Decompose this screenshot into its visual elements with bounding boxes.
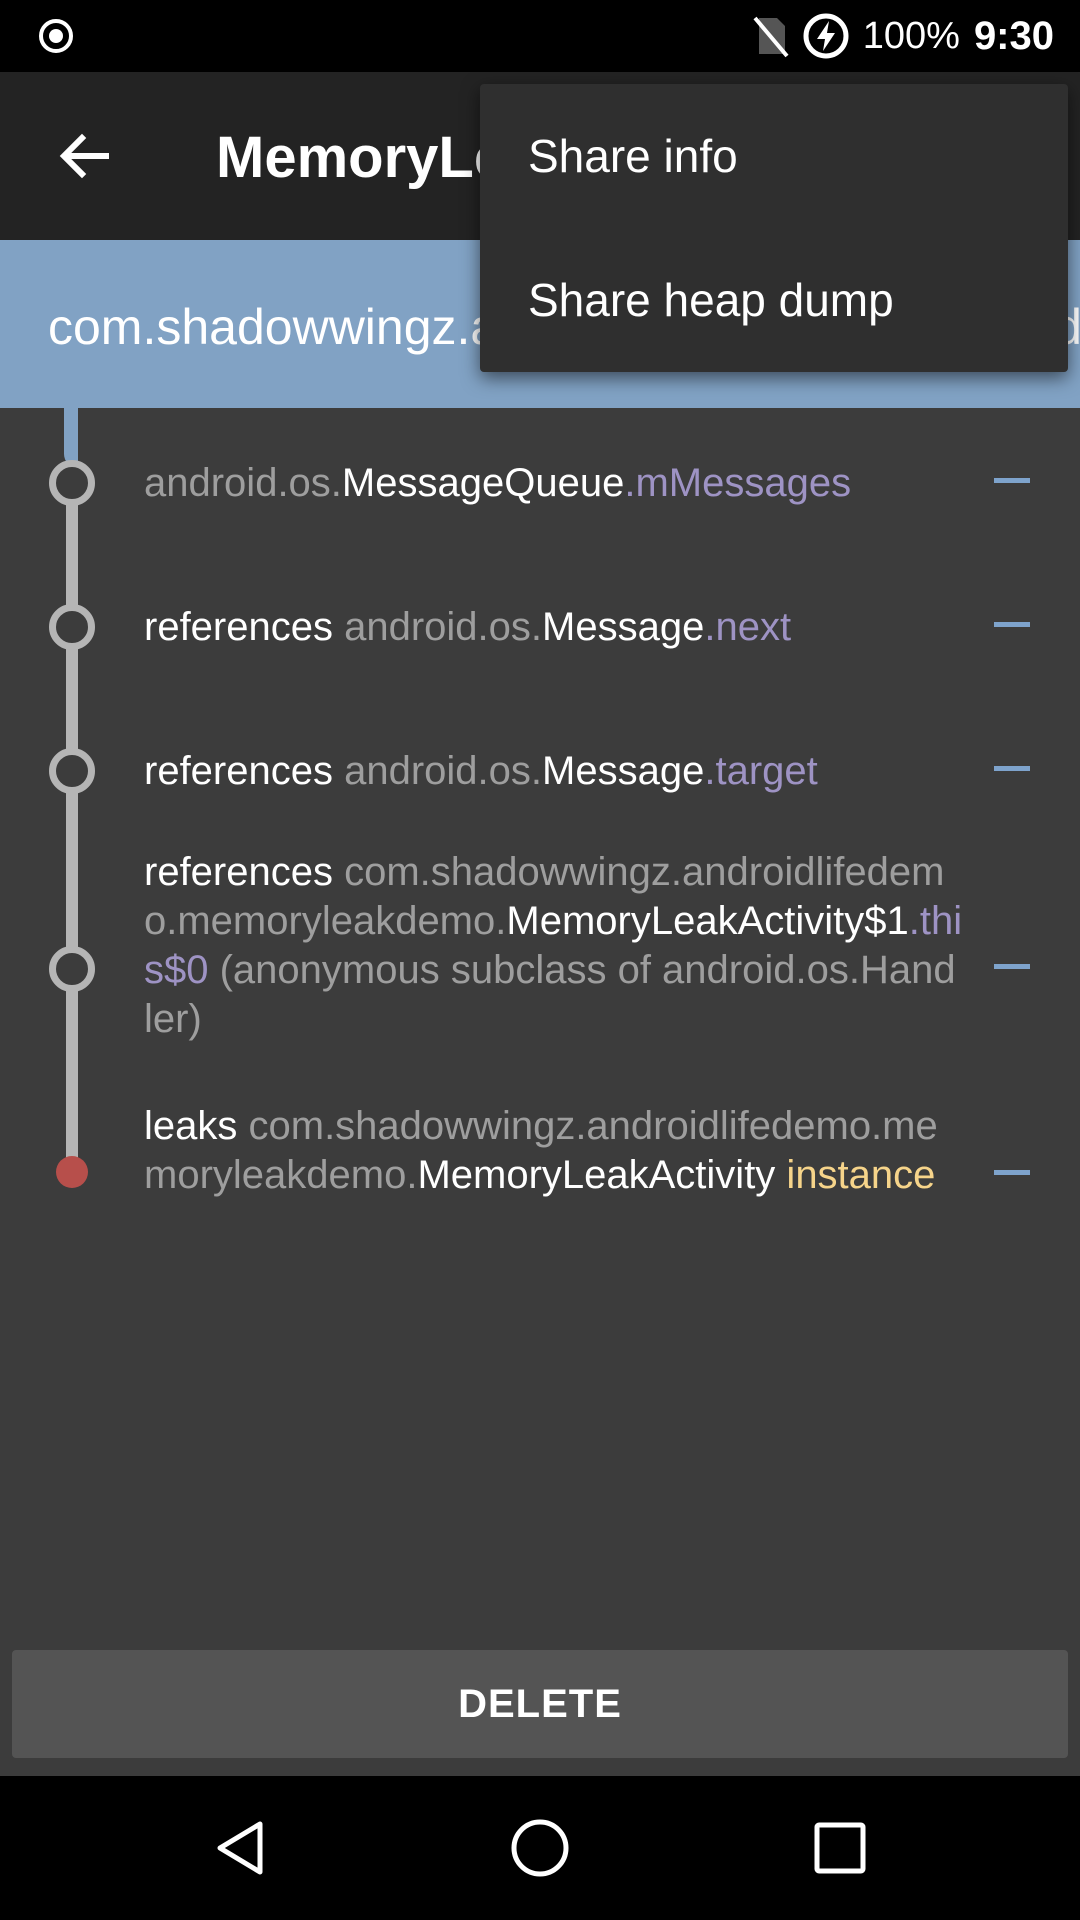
clock: 9:30 — [973, 13, 1054, 58]
nav-recents-icon — [814, 1822, 866, 1874]
trace-node — [49, 748, 95, 794]
battery-charging-icon — [803, 13, 849, 59]
trace-row-4[interactable]: references com.shadowwingz.androidlifede… — [144, 848, 964, 1044]
menu-item-share-heap-dump[interactable]: Share heap dump — [480, 228, 1068, 372]
trace-node — [49, 604, 95, 650]
collapse-button[interactable] — [992, 748, 1032, 788]
nav-back-button[interactable] — [190, 1798, 290, 1898]
delete-button[interactable]: DELETE — [12, 1650, 1068, 1758]
menu-item-share-info[interactable]: Share info — [480, 84, 1068, 228]
nav-recents-button[interactable] — [790, 1798, 890, 1898]
back-button[interactable] — [40, 112, 128, 200]
trace-row-3[interactable]: references android.os.Message.target — [144, 747, 964, 796]
arrow-back-icon — [59, 133, 109, 179]
nav-home-button[interactable] — [490, 1798, 590, 1898]
navigation-bar — [0, 1776, 1080, 1920]
minus-icon — [994, 621, 1030, 627]
collapse-button[interactable] — [992, 604, 1032, 644]
battery-percentage: 100% — [862, 14, 960, 57]
minus-icon — [994, 477, 1030, 483]
status-bar: 100% 9:30 — [0, 0, 1080, 72]
minus-icon — [994, 765, 1030, 771]
minus-icon — [994, 963, 1030, 969]
trace-node — [49, 460, 95, 506]
trace-row-2[interactable]: references android.os.Message.next — [144, 603, 964, 652]
collapse-button[interactable] — [992, 1152, 1032, 1192]
trace-node — [49, 946, 95, 992]
leak-trace-list: android.os.MessageQueue.mMessages refere… — [0, 408, 1080, 1648]
trace-row-1[interactable]: android.os.MessageQueue.mMessages — [144, 459, 964, 508]
record-icon — [39, 19, 73, 53]
nav-back-icon — [217, 1821, 263, 1875]
overflow-menu: Share info Share heap dump — [480, 84, 1068, 372]
leak-dot — [56, 1156, 88, 1188]
minus-icon — [994, 1169, 1030, 1175]
timeline-connector — [64, 408, 78, 468]
nav-home-icon — [511, 1819, 569, 1877]
collapse-button[interactable] — [992, 460, 1032, 500]
no-sim-icon — [753, 16, 789, 58]
collapse-button[interactable] — [992, 946, 1032, 986]
trace-row-5[interactable]: leaks com.shadowwingz.androidlifedemo.me… — [144, 1102, 964, 1200]
